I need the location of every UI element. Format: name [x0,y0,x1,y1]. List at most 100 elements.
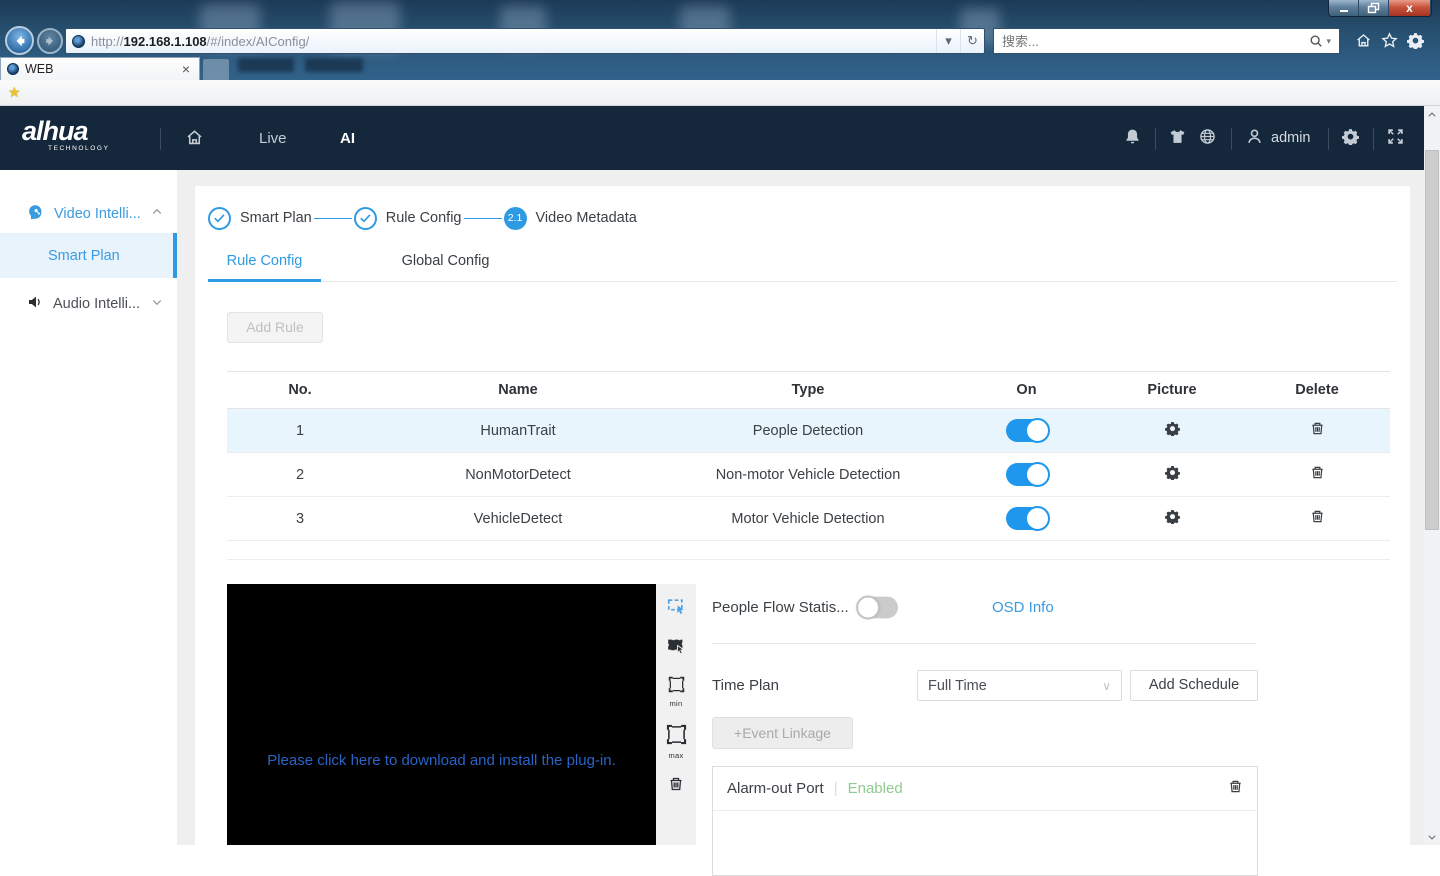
osd-info-link[interactable]: OSD Info [992,599,1054,616]
page-scrollbar[interactable] [1424,106,1440,845]
rule-no: 1 [227,409,373,453]
nav-live[interactable]: Live [259,106,287,170]
home-nav-icon[interactable] [185,128,204,152]
min-size-label: min [668,699,685,708]
rule-type: People Detection [663,409,953,453]
step-current-badge: 2.1 [504,207,527,230]
sidebar-item-label: Video Intelli... [54,206,141,222]
search-icon[interactable]: ▾ [1309,34,1339,48]
header-divider [1155,128,1156,150]
chevron-down-icon [151,296,163,312]
rule-name: VehicleDetect [373,497,663,541]
step-label-video-metadata[interactable]: Video Metadata [536,210,637,226]
username[interactable]: admin [1271,130,1311,146]
browser-tab[interactable]: WEB × [0,57,200,80]
draw-area-tool-icon[interactable] [667,636,686,660]
header-divider [1373,128,1374,150]
people-flow-toggle[interactable] [858,596,898,618]
chevron-up-icon [151,206,163,222]
column-header-name: Name [373,372,663,409]
tab-close-icon[interactable]: × [179,62,193,76]
picture-settings-gear-icon[interactable] [1165,465,1180,484]
theme-skin-icon[interactable] [1169,128,1186,150]
delete-trash-icon[interactable] [1310,509,1325,528]
address-bar[interactable]: http://192.168.1.108/#/index/AIConfig/ ▾… [65,28,985,54]
picture-settings-gear-icon[interactable] [1165,509,1180,528]
step-label-smart-plan[interactable]: Smart Plan [240,210,312,226]
tab-title: WEB [25,62,179,76]
min-size-tool-icon[interactable]: min [668,676,685,708]
rule-on-toggle[interactable] [1006,419,1048,442]
close-button[interactable]: x [1389,0,1431,16]
table-row[interactable]: 2 NonMotorDetect Non-motor Vehicle Detec… [227,453,1390,497]
rule-type: Motor Vehicle Detection [663,497,953,541]
table-header-row: No. Name Type On Picture Delete [227,372,1390,409]
time-plan-select[interactable]: Full Time ∨ [917,670,1122,701]
time-plan-value: Full Time [928,678,987,694]
content-card: Smart Plan Rule Config 2.1 Video Metadat… [195,186,1410,845]
step-label-rule-config[interactable]: Rule Config [386,210,462,226]
rule-on-toggle[interactable] [1006,507,1048,530]
search-dropdown-icon[interactable]: ▾ [1326,36,1331,47]
scroll-down-arrow-icon[interactable] [1424,828,1440,845]
add-rule-button[interactable]: Add Rule [227,312,323,343]
forward-button[interactable] [37,28,63,54]
search-input[interactable] [994,34,1309,49]
plugin-download-link[interactable]: Please click here to download and instal… [227,752,656,769]
draw-tools-strip: min max [656,584,696,845]
browser-tab-row: WEB × [0,57,1440,80]
browser-search-box[interactable]: ▾ [993,28,1340,54]
rule-name: HumanTrait [373,409,663,453]
nav-ai[interactable]: AI [340,106,355,170]
logo-subtext: TECHNOLOGY [48,145,110,152]
table-row[interactable]: 1 HumanTrait People Detection [227,409,1390,453]
config-stepper: Smart Plan Rule Config 2.1 Video Metadat… [208,196,637,240]
select-chevron-down-icon: ∨ [1102,679,1111,693]
settings-gear-icon[interactable] [1342,128,1359,150]
header-divider [160,128,161,150]
event-linkage-button[interactable]: +Event Linkage [712,717,853,749]
table-row[interactable]: 3 VehicleDetect Motor Vehicle Detection [227,497,1390,541]
people-flow-row: People Flow Statis... OSD Info [712,592,1258,622]
column-header-no: No. [227,372,373,409]
draw-rule-tool-icon[interactable] [667,596,686,620]
max-size-tool-icon[interactable]: max [666,724,687,760]
sidebar: Video Intelli... Smart Plan Audio Intell… [0,170,177,845]
refresh-icon[interactable]: ↻ [960,29,984,53]
logo-text: alhua [22,116,110,147]
scrollbar-thumb[interactable] [1425,150,1439,530]
language-globe-icon[interactable] [1199,128,1216,150]
site-favicon-icon [72,35,85,48]
sidebar-item-video-intelligence[interactable]: Video Intelli... [0,195,177,233]
browser-home-icon[interactable] [1355,32,1372,54]
delete-trash-icon[interactable] [1310,465,1325,484]
dahua-logo[interactable]: alhua TECHNOLOGY [22,116,110,152]
delete-trash-icon[interactable] [1310,421,1325,440]
browser-favorites-icon[interactable] [1381,32,1398,54]
back-button[interactable] [5,26,34,55]
clear-drawing-trash-icon[interactable] [668,776,684,797]
browser-settings-icon[interactable] [1407,32,1424,54]
minimize-button[interactable] [1329,0,1359,16]
audio-speaker-icon [27,294,43,314]
time-plan-label: Time Plan [712,677,779,694]
new-tab-stub[interactable] [203,59,229,80]
scroll-up-arrow-icon[interactable] [1424,106,1440,123]
sidebar-item-audio-intelligence[interactable]: Audio Intelli... [0,285,177,323]
user-icon[interactable] [1246,128,1263,150]
rule-on-toggle[interactable] [1006,463,1048,486]
add-favorite-star-icon[interactable]: ★ [8,84,21,101]
alarm-bell-icon[interactable] [1124,128,1141,150]
alarm-out-delete-trash-icon[interactable] [1228,779,1243,798]
restore-button[interactable] [1359,0,1389,16]
add-schedule-button[interactable]: Add Schedule [1130,670,1258,701]
picture-settings-gear-icon[interactable] [1165,421,1180,440]
fullscreen-icon[interactable] [1387,128,1404,150]
url-text: http://192.168.1.108/#/index/AIConfig/ [91,34,309,49]
tab-global-config[interactable]: Global Config [389,240,502,281]
header-divider [1328,128,1329,150]
video-preview[interactable]: Please click here to download and instal… [227,584,656,845]
sidebar-item-smart-plan[interactable]: Smart Plan [0,233,177,278]
tab-rule-config[interactable]: Rule Config [208,240,321,281]
url-dropdown-icon[interactable]: ▾ [936,29,960,53]
